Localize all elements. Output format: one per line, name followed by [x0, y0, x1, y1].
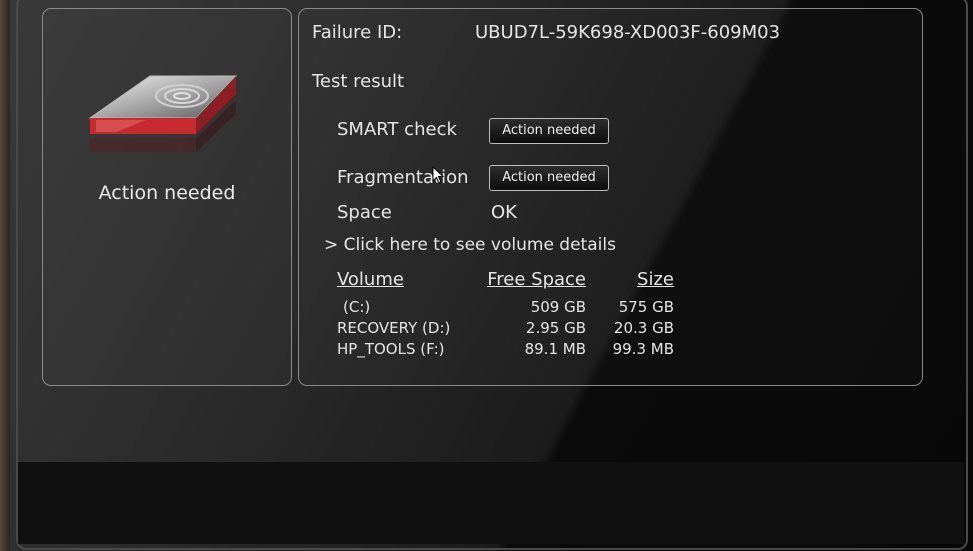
- failure-id-label: Failure ID:: [312, 22, 403, 43]
- fragmentation-action-button[interactable]: Action needed: [489, 165, 609, 191]
- failure-id-value: UBUD7L-59K698-XD003F-609M03: [475, 22, 781, 43]
- window-edge: [0, 0, 10, 551]
- free-space-column-header: Free Space: [487, 269, 586, 290]
- drive-status-label: Action needed: [98, 182, 236, 204]
- size-c: 575 GB: [618, 298, 674, 316]
- volume-column-header: Volume: [337, 269, 404, 290]
- size-column-header: Size: [637, 269, 674, 290]
- free-space-d: 2.95 GB: [525, 319, 586, 337]
- diagnostics-window: Action needed Failure ID: UBUD7L-59K698-…: [0, 0, 973, 551]
- space-status: OK: [491, 202, 517, 223]
- smart-check-label: SMART check: [337, 119, 457, 140]
- bottom-panel: [18, 462, 964, 544]
- free-space-c: 509 GB: [530, 298, 586, 316]
- mouse-pointer-icon: [432, 166, 444, 184]
- smart-check-action-button[interactable]: Action needed: [489, 118, 609, 144]
- size-f: 99.3 MB: [612, 340, 674, 358]
- fragmentation-label: Fragmentation: [337, 167, 469, 188]
- volume-name-f: HP_TOOLS (F:): [337, 340, 445, 358]
- space-label: Space: [337, 202, 392, 223]
- test-result-heading: Test result: [312, 71, 405, 92]
- size-d: 20.3 GB: [613, 319, 674, 337]
- volume-details-link[interactable]: > Click here to see volume details: [324, 235, 616, 255]
- volume-name-d: RECOVERY (D:): [337, 319, 451, 337]
- free-space-f: 89.1 MB: [524, 340, 586, 358]
- volume-name-c: (C:): [343, 298, 371, 316]
- hard-drive-icon: [88, 75, 238, 152]
